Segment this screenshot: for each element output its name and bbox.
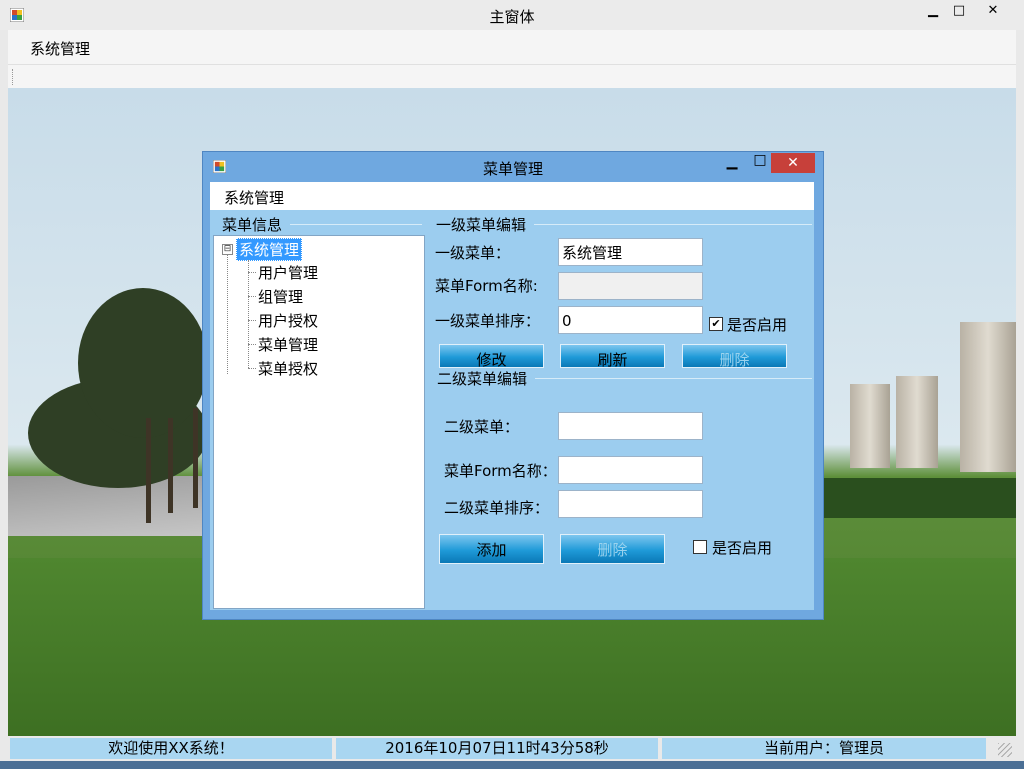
toolstrip	[8, 64, 1016, 89]
tree-node-group-management[interactable]: 组管理	[258, 286, 303, 307]
group-divider	[290, 224, 422, 225]
level2-menu-label: 二级菜单：	[444, 418, 520, 436]
level2-add-button[interactable]: 添加	[439, 534, 544, 564]
menu-management-dialog: 菜单管理 ▁ □ ✕ 系统管理 菜单信息 ⊟ 系统管理 用户管理 组管理 用户授…	[202, 151, 824, 620]
level1-enabled-label: 是否启用	[727, 316, 788, 334]
dialog-close-button[interactable]: ✕	[771, 153, 815, 173]
main-menubar: 系统管理	[8, 30, 1016, 64]
tree-node-system-management[interactable]: 系统管理	[236, 238, 303, 261]
dialog-menu-item-system-management[interactable]: 系统管理	[224, 187, 284, 208]
background-tree-trunk	[168, 418, 173, 513]
level2-form-name-label: 菜单Form名称：	[444, 462, 557, 480]
level1-delete-button[interactable]: 删除	[682, 344, 787, 368]
tree-child-guide-line	[248, 260, 250, 368]
status-welcome: 欢迎使用XX系统！	[10, 738, 332, 759]
level1-refresh-button[interactable]: 刷新	[560, 344, 665, 368]
tree-guide-line	[227, 254, 229, 374]
dialog-client-area: 菜单信息 ⊟ 系统管理 用户管理 组管理 用户授权 菜单管理 菜单授权 一级菜单…	[210, 210, 814, 610]
background-building	[896, 376, 938, 468]
level1-group-label: 一级菜单编辑	[436, 216, 527, 234]
level2-delete-button[interactable]: 删除	[560, 534, 665, 564]
level2-order-input[interactable]	[558, 490, 703, 518]
level2-form-name-input[interactable]	[558, 456, 703, 484]
tree-node-menu-management[interactable]: 菜单管理	[258, 334, 318, 355]
level1-order-input[interactable]: 0	[558, 306, 703, 334]
main-title-bar: 主窗体 ▁ □ ✕	[0, 0, 1024, 30]
resize-grip-icon[interactable]	[998, 743, 1012, 757]
dialog-maximize-button[interactable]: □	[749, 152, 771, 168]
level1-form-name-label: 菜单Form名称:	[435, 277, 538, 295]
level2-group-label: 二级菜单编辑	[437, 370, 528, 388]
window-title: 主窗体	[489, 8, 535, 26]
level1-edit-button[interactable]: 修改	[439, 344, 544, 368]
level2-menu-input[interactable]	[558, 412, 703, 440]
tree-node-user-authorization[interactable]: 用户授权	[258, 310, 318, 331]
level1-menu-input[interactable]: 系统管理	[558, 238, 703, 266]
level2-order-label: 二级菜单排序：	[444, 499, 550, 517]
background-building	[850, 384, 890, 468]
level1-order-label: 一级菜单排序：	[435, 312, 541, 330]
menu-tree[interactable]: ⊟ 系统管理 用户管理 组管理 用户授权 菜单管理 菜单授权	[213, 235, 425, 609]
level1-form-name-input[interactable]	[558, 272, 703, 300]
level2-enabled-label: 是否启用	[712, 539, 773, 557]
tree-node-user-management[interactable]: 用户管理	[258, 262, 318, 283]
close-button[interactable]: ✕	[970, 0, 1016, 22]
tree-node-menu-authorization[interactable]: 菜单授权	[258, 358, 318, 379]
tree-group-label: 菜单信息	[222, 216, 283, 234]
background-tree-trunk	[146, 418, 151, 523]
status-current-user: 当前用户：管理员	[662, 738, 986, 759]
level1-enabled-checkbox[interactable]: ✔	[709, 317, 723, 331]
level2-enabled-checkbox[interactable]	[693, 540, 707, 554]
background-tree-trunk	[193, 408, 198, 508]
dialog-menubar: 系统管理	[210, 182, 814, 210]
group-divider	[534, 224, 812, 225]
background-tree	[78, 288, 208, 438]
taskbar	[0, 761, 1024, 769]
tree-branch-line	[248, 368, 256, 370]
background-hedge	[823, 478, 1016, 518]
status-datetime: 2016年10月07日11时43分58秒	[336, 738, 658, 759]
toolstrip-grip[interactable]	[12, 69, 15, 85]
dialog-minimize-button[interactable]: ▁	[721, 154, 743, 170]
background-building	[960, 322, 1016, 472]
checkmark-icon: ✔	[711, 317, 721, 330]
level1-menu-label: 一级菜单：	[435, 244, 511, 262]
menu-item-system-management[interactable]: 系统管理	[30, 38, 90, 59]
group-divider	[535, 378, 812, 379]
status-bar: 欢迎使用XX系统！ 2016年10月07日11时43分58秒 当前用户：管理员	[8, 737, 1016, 761]
